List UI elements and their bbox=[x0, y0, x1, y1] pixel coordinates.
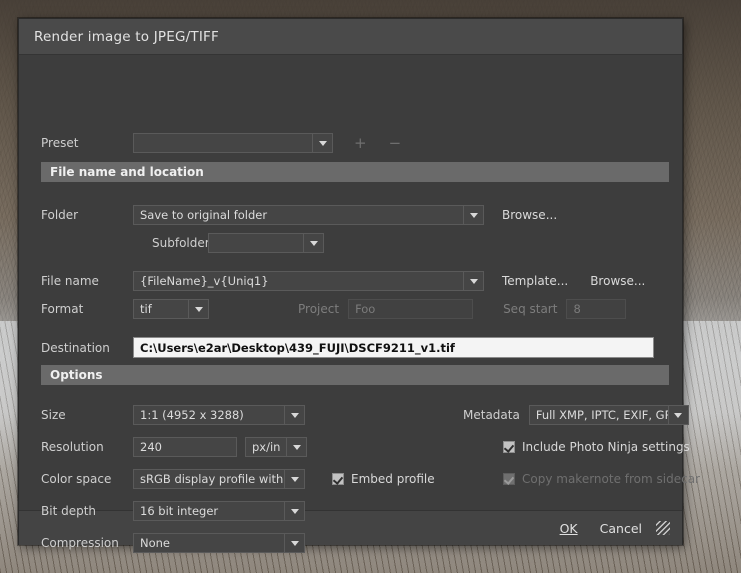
metadata-value: Full XMP, IPTC, EXIF, GPS bbox=[535, 408, 679, 422]
resolution-value: 240 bbox=[140, 440, 162, 454]
seq-start-input: 8 bbox=[566, 299, 627, 319]
folder-browse-button[interactable]: Browse... bbox=[502, 208, 557, 222]
preset-combobox[interactable] bbox=[133, 133, 333, 153]
seq-start-label: Seq start bbox=[503, 302, 558, 316]
format-combobox[interactable]: tif bbox=[133, 299, 209, 319]
include-photo-ninja-settings-label: Include Photo Ninja settings bbox=[522, 440, 690, 454]
compression-row: Compression None bbox=[41, 533, 305, 553]
resolution-row: Resolution 240 px/in bbox=[41, 437, 307, 457]
chevron-down-icon[interactable] bbox=[284, 534, 304, 552]
size-combobox[interactable]: 1:1 (4952 x 3288) bbox=[133, 405, 305, 425]
file-name-value: {FileName}_v{Uniq1} bbox=[140, 274, 269, 288]
subfolder-label: Subfolder bbox=[152, 236, 210, 250]
resize-grip-icon[interactable] bbox=[656, 521, 670, 535]
compression-value: None bbox=[140, 536, 171, 550]
copy-makernote-label: Copy makernote from sidecar bbox=[522, 472, 700, 486]
subfolder-combobox[interactable] bbox=[208, 233, 324, 253]
compression-label: Compression bbox=[41, 536, 119, 550]
destination-label: Destination bbox=[41, 340, 110, 355]
section-header-file-name-and-location: File name and location bbox=[41, 162, 669, 182]
chevron-down-icon[interactable] bbox=[463, 206, 483, 224]
color-space-combobox[interactable]: sRGB display profile with displ bbox=[133, 469, 305, 489]
seq-start-value: 8 bbox=[573, 302, 581, 316]
metadata-combobox[interactable]: Full XMP, IPTC, EXIF, GPS bbox=[528, 405, 689, 425]
bit-depth-value: 16 bit integer bbox=[140, 504, 219, 518]
dialog-body: Preset + − File name and location Folder… bbox=[19, 55, 700, 553]
destination-path-field[interactable]: C:\Users\e2ar\Desktop\439_FUJI\DSCF9211_… bbox=[133, 337, 654, 358]
dialog-title: Render image to JPEG/TIFF bbox=[34, 28, 219, 45]
chevron-down-icon[interactable] bbox=[284, 406, 304, 424]
folder-label: Folder bbox=[41, 208, 79, 222]
embed-profile-checkbox[interactable]: Embed profile bbox=[332, 472, 435, 486]
ok-button[interactable]: OK bbox=[558, 519, 580, 538]
checkbox-icon[interactable] bbox=[503, 441, 515, 453]
cancel-button[interactable]: Cancel bbox=[598, 519, 644, 538]
section-header-options: Options bbox=[41, 365, 669, 385]
file-name-combobox[interactable]: {FileName}_v{Uniq1} bbox=[133, 271, 484, 291]
bit-depth-combobox[interactable]: 16 bit integer bbox=[133, 501, 305, 521]
folder-value: Save to original folder bbox=[140, 208, 268, 222]
size-row: Size 1:1 (4952 x 3288) bbox=[41, 405, 305, 425]
format-row: Format tif Project Foo Seq start 8 bbox=[41, 299, 627, 319]
folder-combobox[interactable]: Save to original folder bbox=[133, 205, 484, 225]
project-input: Foo bbox=[348, 299, 474, 319]
preset-row: Preset + − bbox=[41, 133, 401, 153]
chevron-down-icon[interactable] bbox=[463, 272, 483, 290]
color-space-value: sRGB display profile with displ bbox=[140, 472, 305, 486]
compression-combobox[interactable]: None bbox=[133, 533, 305, 553]
color-space-label: Color space bbox=[41, 472, 112, 486]
metadata-row: Metadata Full XMP, IPTC, EXIF, GPS bbox=[463, 405, 689, 425]
file-name-template-button[interactable]: Template... bbox=[502, 274, 568, 288]
resolution-label: Resolution bbox=[41, 440, 104, 454]
checkbox-icon[interactable] bbox=[332, 473, 344, 485]
dialog-titlebar: Render image to JPEG/TIFF bbox=[19, 19, 682, 55]
destination-path-value: C:\Users\e2ar\Desktop\439_FUJI\DSCF9211_… bbox=[140, 340, 455, 355]
project-label: Project bbox=[298, 302, 340, 316]
section-title-file: File name and location bbox=[50, 165, 204, 179]
subfolder-row: Subfolder bbox=[152, 233, 324, 253]
resolution-input[interactable]: 240 bbox=[133, 437, 237, 457]
bit-depth-row: Bit depth 16 bit integer bbox=[41, 501, 305, 521]
include-photo-ninja-settings-checkbox[interactable]: Include Photo Ninja settings bbox=[503, 440, 690, 454]
chevron-down-icon[interactable] bbox=[284, 470, 304, 488]
metadata-label: Metadata bbox=[463, 408, 520, 422]
file-name-browse-button[interactable]: Browse... bbox=[590, 274, 645, 288]
chevron-down-icon[interactable] bbox=[667, 406, 688, 424]
folder-row: Folder Save to original folder Browse... bbox=[41, 205, 557, 225]
file-name-row: File name {FileName}_v{Uniq1} Template..… bbox=[41, 271, 645, 291]
section-title-options: Options bbox=[50, 368, 103, 382]
project-value: Foo bbox=[355, 302, 376, 316]
file-name-label: File name bbox=[41, 274, 99, 288]
destination-row: Destination C:\Users\e2ar\Desktop\439_FU… bbox=[41, 337, 654, 358]
chevron-down-icon[interactable] bbox=[188, 300, 208, 318]
chevron-down-icon[interactable] bbox=[303, 234, 323, 252]
checkbox-icon bbox=[503, 473, 515, 485]
chevron-down-icon[interactable] bbox=[286, 438, 306, 456]
size-value: 1:1 (4952 x 3288) bbox=[140, 408, 244, 422]
preset-label: Preset bbox=[41, 136, 79, 150]
resolution-unit-value: px/in bbox=[252, 440, 281, 454]
format-value: tif bbox=[140, 302, 152, 316]
chevron-down-icon[interactable] bbox=[312, 134, 332, 152]
remove-preset-button[interactable]: − bbox=[389, 135, 402, 151]
copy-makernote-from-sidecar-checkbox: Copy makernote from sidecar bbox=[503, 472, 700, 486]
size-label: Size bbox=[41, 408, 66, 422]
resolution-unit-combobox[interactable]: px/in bbox=[245, 437, 307, 457]
chevron-down-icon[interactable] bbox=[284, 502, 304, 520]
add-preset-button[interactable]: + bbox=[354, 135, 367, 151]
bit-depth-label: Bit depth bbox=[41, 504, 97, 518]
embed-profile-label: Embed profile bbox=[351, 472, 435, 486]
render-image-dialog: Render image to JPEG/TIFF Preset + − Fil… bbox=[18, 18, 700, 553]
color-space-row: Color space sRGB display profile with di… bbox=[41, 469, 305, 489]
format-label: Format bbox=[41, 302, 84, 316]
